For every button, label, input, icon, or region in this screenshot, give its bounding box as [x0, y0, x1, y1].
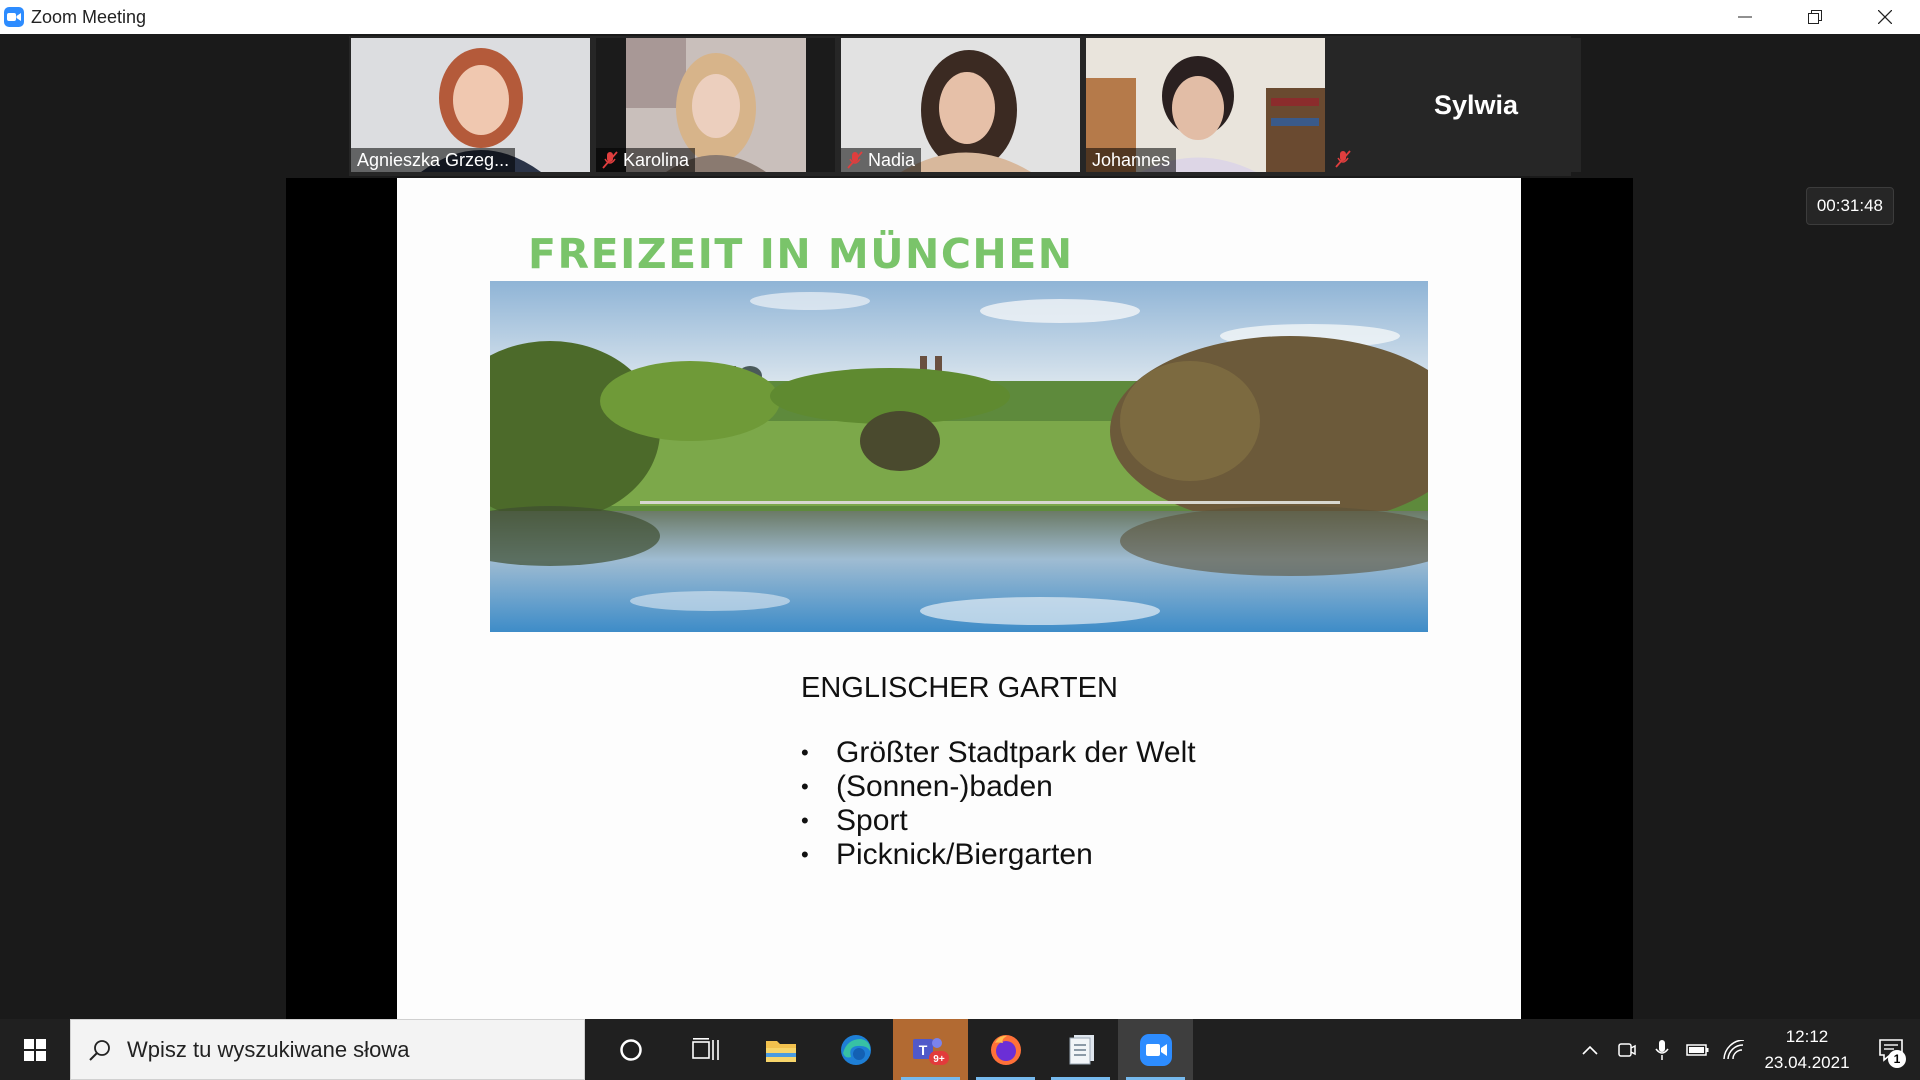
restore-button[interactable]	[1780, 0, 1850, 34]
participant-name-tag: Agnieszka Grzeg...	[351, 148, 516, 172]
bullet-icon: •	[801, 740, 809, 765]
participant-name: Sylwia	[1433, 89, 1519, 120]
taskbar-pinned-apps: T 9+	[593, 1019, 1193, 1080]
windows-logo-icon	[24, 1038, 46, 1061]
bullet-icon: •	[801, 774, 809, 799]
taskbar-clock[interactable]: 12:12 23.04.2021	[1752, 1024, 1862, 1076]
participant-tile-active-speaker[interactable]: Johannes	[1086, 38, 1325, 172]
firefox-button[interactable]	[968, 1019, 1043, 1080]
cortana-button[interactable]	[593, 1019, 668, 1080]
teams-button[interactable]: T 9+	[893, 1019, 968, 1080]
search-icon	[89, 1039, 110, 1061]
participant-tile[interactable]: Sylwia	[1331, 38, 1581, 172]
list-item: • Picknick/Biergarten	[801, 838, 1196, 872]
zoom-app-icon	[4, 7, 24, 27]
clock-time: 12:12	[1785, 1026, 1829, 1046]
wifi-icon	[1723, 1039, 1745, 1059]
bullet-text: Picknick/Biergarten	[836, 838, 1093, 871]
search-input[interactable]	[127, 1036, 547, 1063]
slide-title: FREIZEIT IN MÜNCHEN	[528, 230, 1074, 278]
firefox-icon	[990, 1034, 1021, 1065]
participant-name: Johannes	[1092, 149, 1171, 170]
participant-name: Nadia	[868, 149, 916, 170]
meet-now-button[interactable]	[1608, 1019, 1644, 1080]
documents-button[interactable]	[1043, 1019, 1118, 1080]
minimize-icon	[1738, 16, 1752, 18]
system-tray: 12:12 23.04.2021 1	[1572, 1019, 1920, 1080]
slide-bullet-list: • Größter Stadtpark der Welt • (Sonnen-)ba…	[801, 736, 1196, 872]
meeting-timer: 00:31:48	[1805, 187, 1894, 225]
window-controls	[1710, 0, 1920, 34]
restore-icon	[1808, 10, 1822, 24]
edge-icon	[840, 1034, 871, 1065]
close-button[interactable]	[1850, 0, 1920, 34]
windows-taskbar: T 9+ 12:12 23.04.2021	[0, 1019, 1920, 1080]
bullet-text: Sport	[836, 804, 908, 837]
muted-microphone-icon	[847, 151, 863, 169]
participant-name: Agnieszka Grzeg...	[357, 149, 510, 170]
clock-date: 23.04.2021	[1764, 1052, 1850, 1072]
taskbar-search-box[interactable]	[70, 1019, 585, 1080]
list-item: • Größter Stadtpark der Welt	[801, 736, 1196, 770]
muted-microphone-icon	[1335, 150, 1351, 168]
task-view-button[interactable]	[668, 1019, 743, 1080]
list-item: • Sport	[801, 804, 1196, 838]
folder-icon	[765, 1040, 796, 1062]
participant-name-tag: Karolina	[596, 148, 696, 172]
presentation-slide: FREIZEIT IN MÜNCHEN ENGLISCHER GARTEN • …	[397, 178, 1521, 1019]
action-center-button[interactable]: 1	[1862, 1019, 1920, 1080]
edge-button[interactable]	[818, 1019, 893, 1080]
shared-screen: FREIZEIT IN MÜNCHEN ENGLISCHER GARTEN • …	[286, 178, 1633, 1019]
participant-name: Karolina	[623, 149, 690, 170]
bullet-text: (Sonnen-)baden	[836, 770, 1053, 803]
participant-tile[interactable]: Nadia	[841, 38, 1080, 172]
zoom-icon	[1139, 1033, 1172, 1066]
meeting-area: Agnieszka Grzeg... Karolina Nadia Johann…	[0, 34, 1920, 1019]
battery-icon	[1686, 1043, 1709, 1056]
participant-gallery: Agnieszka Grzeg... Karolina Nadia Johann…	[349, 36, 1581, 176]
chevron-up-icon	[1582, 1045, 1598, 1055]
participant-name-tag: Johannes	[1086, 148, 1177, 172]
documents-icon	[1069, 1034, 1094, 1064]
close-icon	[1878, 10, 1892, 24]
show-hidden-icons-button[interactable]	[1572, 1019, 1608, 1080]
circle-icon	[619, 1038, 642, 1061]
bullet-icon: •	[801, 808, 809, 833]
microphone-icon	[1655, 1039, 1669, 1060]
notification-count-badge: 1	[1888, 1050, 1906, 1068]
teams-icon: T 9+	[912, 1037, 949, 1065]
bullet-icon: •	[801, 842, 809, 867]
participant-name-tag: Nadia	[841, 148, 922, 172]
list-item: • (Sonnen-)baden	[801, 770, 1196, 804]
start-button[interactable]	[0, 1019, 70, 1080]
participant-tile[interactable]: Agnieszka Grzeg...	[351, 38, 590, 172]
file-explorer-button[interactable]	[743, 1019, 818, 1080]
window-titlebar: Zoom Meeting	[0, 0, 1920, 34]
slide-subtitle: ENGLISCHER GARTEN	[801, 672, 1118, 704]
microphone-button[interactable]	[1644, 1019, 1680, 1080]
teams-badge: 9+	[933, 1054, 945, 1065]
participant-tile[interactable]: Karolina	[596, 38, 835, 172]
muted-microphone-icon	[602, 151, 618, 169]
network-button[interactable]	[1716, 1019, 1752, 1080]
bullet-text: Größter Stadtpark der Welt	[836, 736, 1196, 769]
battery-button[interactable]	[1680, 1019, 1716, 1080]
camera-icon	[1618, 1042, 1636, 1057]
minimize-button[interactable]	[1710, 0, 1780, 34]
zoom-button[interactable]	[1118, 1019, 1193, 1080]
park-landscape-image	[490, 281, 1428, 632]
svg-text:T: T	[918, 1042, 927, 1058]
window-title: Zoom Meeting	[31, 6, 147, 27]
task-view-icon	[691, 1037, 719, 1060]
